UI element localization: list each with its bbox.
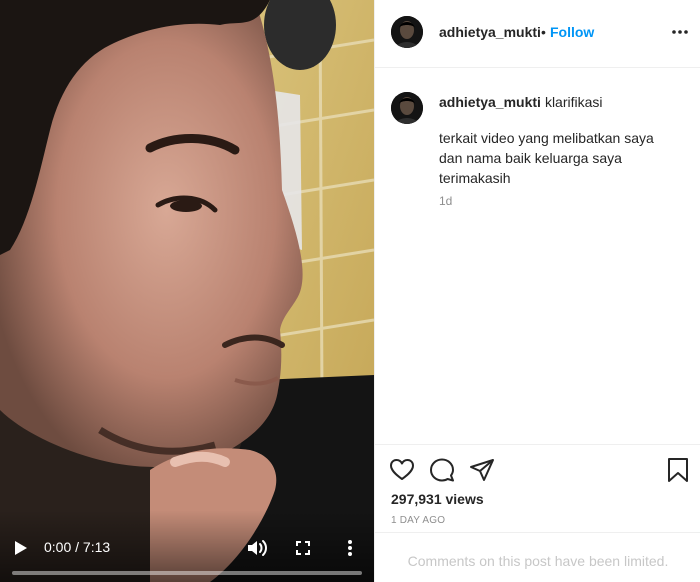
video-frame: [0, 0, 374, 582]
play-icon[interactable]: [10, 538, 30, 558]
view-count[interactable]: 297,931 views: [391, 491, 484, 507]
avatar[interactable]: [391, 92, 423, 124]
header-separator: •: [541, 24, 546, 40]
post-side-panel: adhietya_mukti • Follow adhietya_mukti kl…: [374, 0, 700, 582]
caption-time[interactable]: 1d: [439, 194, 452, 208]
post-date[interactable]: 1 DAY AGO: [391, 515, 445, 526]
comment-icon[interactable]: [429, 457, 455, 483]
header-username[interactable]: adhietya_mukti: [439, 24, 541, 40]
bookmark-icon[interactable]: [665, 457, 691, 483]
video-player[interactable]: 0:00 / 7:13: [0, 0, 374, 582]
share-icon[interactable]: [469, 457, 495, 483]
volume-icon[interactable]: [246, 538, 268, 558]
caption-body: terkait video yang melibatkan saya dan n…: [439, 130, 654, 186]
avatar[interactable]: [391, 16, 423, 48]
video-controls: 0:00 / 7:13: [0, 510, 374, 582]
more-horizontal-icon[interactable]: [671, 22, 689, 42]
video-time: 0:00 / 7:13: [44, 539, 111, 555]
video-progress-bar[interactable]: [12, 571, 362, 575]
post-header: adhietya_mukti • Follow: [375, 0, 700, 68]
post-actions: 297,931 views 1 DAY AGO: [375, 444, 700, 532]
video-controls-row: 0:00 / 7:13: [0, 534, 374, 562]
heart-icon[interactable]: [389, 457, 415, 483]
follow-button[interactable]: Follow: [550, 24, 594, 40]
caption-line: adhietya_mukti klarifikasi: [439, 94, 603, 110]
more-vertical-icon[interactable]: [340, 538, 360, 558]
caption-username[interactable]: adhietya_mukti: [439, 94, 541, 110]
comments-limited-notice: Comments on this post have been limited.: [407, 553, 669, 569]
caption-title: klarifikasi: [544, 94, 603, 110]
comments-footer: Comments on this post have been limited.: [375, 532, 700, 582]
fullscreen-icon[interactable]: [293, 538, 313, 558]
